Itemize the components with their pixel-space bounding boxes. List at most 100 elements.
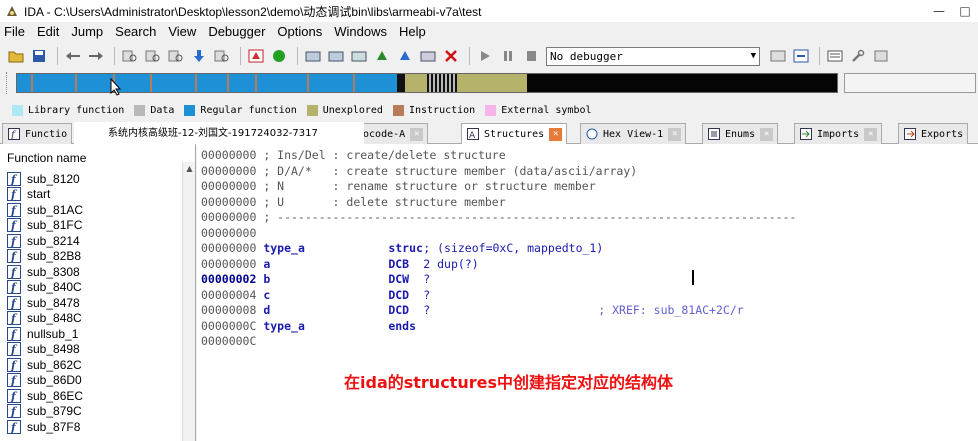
close-icon[interactable]: ✕: [760, 127, 774, 141]
toolbar-grip[interactable]: [6, 72, 10, 94]
member-name[interactable]: type_a: [263, 241, 388, 255]
member-name[interactable]: a: [263, 257, 388, 271]
play-icon[interactable]: [475, 46, 495, 66]
graph-view-icon[interactable]: [246, 46, 266, 66]
menu-search[interactable]: Search: [109, 22, 162, 42]
structure-line[interactable]: 00000000: [201, 226, 256, 242]
structure-line[interactable]: 00000000 type_a struc ; (sizeof=0xC, mapp…: [201, 241, 603, 257]
open-file-icon[interactable]: [6, 46, 26, 66]
close-red-icon[interactable]: [441, 46, 461, 66]
navigation-band-overview[interactable]: [844, 73, 976, 93]
text-search-icon[interactable]: [143, 46, 163, 66]
settings-icon[interactable]: [871, 46, 891, 66]
wrench-icon[interactable]: [848, 46, 868, 66]
pause-icon[interactable]: [498, 46, 518, 66]
minimize-icon[interactable]: —: [926, 0, 952, 22]
member-name[interactable]: type_a: [263, 319, 388, 333]
member-name[interactable]: d: [263, 303, 388, 317]
legend-item-external-symbol: External symbol: [485, 104, 592, 116]
run-green-icon[interactable]: [269, 46, 289, 66]
structure-line[interactable]: 00000000 ; N : rename structure or struc…: [201, 179, 596, 195]
structure-line[interactable]: 00000002 b DCW ?: [201, 272, 430, 288]
debugger-select[interactable]: No debugger ▼: [546, 46, 760, 66]
structures-view[interactable]: 在ida的structures中创建指定对应的结构体 00000000 ; In…: [197, 144, 978, 441]
debug-option-icon[interactable]: [768, 46, 788, 66]
plugin-icon[interactable]: [395, 46, 415, 66]
patch-icon[interactable]: [372, 46, 392, 66]
function-list-item[interactable]: f nullsub_1: [0, 326, 182, 342]
function-list-item[interactable]: f sub_86D0: [0, 373, 182, 389]
attach-icon[interactable]: [791, 46, 811, 66]
structure-line[interactable]: 00000000 ; Ins/Del : create/delete struc…: [201, 148, 506, 164]
member-name[interactable]: c: [263, 288, 388, 302]
close-icon[interactable]: ✕: [549, 127, 563, 141]
menu-debugger[interactable]: Debugger: [202, 22, 271, 42]
function-list-item[interactable]: f sub_862C: [0, 357, 182, 373]
tab-exports[interactable]: Exports: [898, 123, 969, 144]
function-list-item[interactable]: f sub_81AC: [0, 202, 182, 218]
function-list-item[interactable]: f sub_840C: [0, 280, 182, 296]
menu-help[interactable]: Help: [393, 22, 432, 42]
function-list-item[interactable]: f sub_87F8: [0, 419, 182, 435]
menu-edit[interactable]: Edit: [31, 22, 65, 42]
function-list-item[interactable]: f sub_8214: [0, 233, 182, 249]
function-list-item[interactable]: f sub_81FC: [0, 218, 182, 234]
tab-imports[interactable]: Imports ✕: [794, 123, 883, 144]
close-icon[interactable]: ✕: [864, 127, 878, 141]
structure-line[interactable]: 0000000C: [201, 334, 256, 350]
menu-options[interactable]: Options: [271, 22, 328, 42]
back-icon[interactable]: [63, 46, 83, 66]
stop-icon[interactable]: [521, 46, 541, 66]
function-icon: f: [7, 264, 21, 279]
structure-line[interactable]: 00000000 ; U : delete structure member: [201, 195, 506, 211]
function-list-header[interactable]: Function name: [0, 144, 195, 172]
struct-tool-icon[interactable]: [303, 46, 323, 66]
edit-icon[interactable]: [418, 46, 438, 66]
structure-line[interactable]: 00000000 ; -----------------------------…: [201, 210, 796, 226]
function-list-item[interactable]: f sub_8308: [0, 264, 182, 280]
function-list-item[interactable]: f sub_8478: [0, 295, 182, 311]
function-list-item[interactable]: f sub_879C: [0, 404, 182, 420]
maximize-icon[interactable]: □: [952, 0, 978, 22]
binary-search-icon[interactable]: [120, 46, 140, 66]
close-icon[interactable]: ✕: [410, 127, 424, 141]
menu-jump[interactable]: Jump: [65, 22, 109, 42]
search-code-icon[interactable]: [212, 46, 232, 66]
tab-enums[interactable]: Enums ✕: [702, 123, 779, 144]
enum-tool-icon[interactable]: [326, 46, 346, 66]
function-list-item[interactable]: f sub_8120: [0, 171, 182, 187]
scroll-up-icon[interactable]: ▲: [183, 162, 195, 175]
function-list-scrollbar[interactable]: ▲: [182, 162, 195, 441]
menu-view[interactable]: View: [162, 22, 202, 42]
tab-hex-view[interactable]: Hex View-1 ✕: [580, 123, 687, 144]
tab-label: Hex View-1: [603, 128, 664, 140]
function-list-item[interactable]: f sub_82B8: [0, 249, 182, 265]
structure-line[interactable]: 0000000C type_a ends: [201, 319, 423, 335]
nav-segment-dark: [397, 74, 405, 92]
close-icon[interactable]: ✕: [668, 127, 682, 141]
navigation-band[interactable]: [16, 73, 838, 93]
menu-windows[interactable]: Windows: [328, 22, 393, 42]
xref-comment[interactable]: ; XREF: sub_81AC+2C/r: [598, 303, 743, 317]
save-icon[interactable]: [29, 46, 49, 66]
forward-icon[interactable]: [86, 46, 106, 66]
tab-structures[interactable]: A Structures ✕: [461, 123, 568, 144]
structure-line[interactable]: 00000000 a DCB 2 dup(?): [201, 257, 479, 273]
menu-file[interactable]: File: [0, 22, 31, 42]
member-name[interactable]: b: [263, 272, 388, 286]
structure-line[interactable]: 00000000 ; D/A/* : create structure memb…: [201, 164, 637, 180]
function-list-item[interactable]: f start: [0, 187, 182, 203]
jump-down-icon[interactable]: [189, 46, 209, 66]
list-icon[interactable]: [825, 46, 845, 66]
function-list-item[interactable]: f sub_86EC: [0, 388, 182, 404]
function-list-item[interactable]: f sub_848C: [0, 311, 182, 327]
structure-line[interactable]: 00000008 d DCD ? ; XREF: sub_81AC+2C/r: [201, 303, 744, 319]
function-icon: f: [7, 419, 21, 434]
function-list-item[interactable]: f sub_8498: [0, 342, 182, 358]
immediate-search-icon[interactable]: [166, 46, 186, 66]
legend-item-unexplored: Unexplored: [306, 104, 383, 116]
tab-functions[interactable]: f Functio: [2, 123, 73, 144]
add-icon[interactable]: [349, 46, 369, 66]
function-icon: f: [7, 171, 21, 186]
structure-line[interactable]: 00000004 c DCD ?: [201, 288, 430, 304]
